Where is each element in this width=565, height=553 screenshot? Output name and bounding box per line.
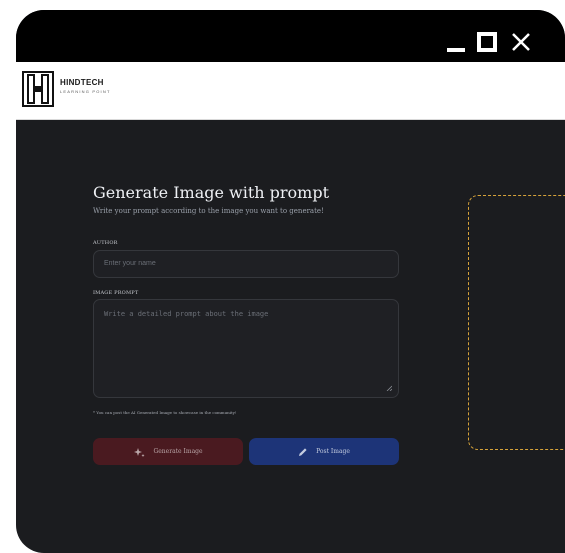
resize-grip-icon[interactable]: [386, 385, 392, 391]
post-image-button[interactable]: Post Image: [249, 438, 399, 465]
hindtech-logo[interactable]: [22, 71, 54, 107]
brand-tagline: LEARNING POINT: [60, 89, 111, 94]
page-title: Generate Image with prompt: [93, 183, 330, 202]
create-post-section: Generate Image with prompt Write your pr…: [16, 120, 565, 553]
window-titlebar: [16, 10, 565, 62]
prompt-placeholder: Write a detailed prompt about the image: [104, 310, 269, 318]
image-preview-box: [468, 195, 565, 450]
author-label: AUTHOR: [93, 240, 118, 246]
author-placeholder: Enter your name: [104, 260, 156, 267]
author-input[interactable]: Enter your name: [93, 250, 399, 278]
pencil-icon: [298, 447, 308, 457]
close-icon[interactable]: [511, 32, 531, 52]
generate-image-button[interactable]: Generate Image: [93, 438, 243, 465]
share-note: * You can post the AI Generated Image to…: [93, 410, 237, 415]
maximize-icon[interactable]: [477, 32, 497, 52]
prompt-label: IMAGE PROMPT: [93, 290, 139, 296]
page-subtitle: Write your prompt according to the image…: [93, 207, 324, 215]
prompt-textarea[interactable]: Write a detailed prompt about the image: [93, 299, 399, 398]
app-header: HINDTECH LEARNING POINT: [16, 62, 565, 120]
post-button-label: Post Image: [316, 448, 350, 455]
generate-button-label: Generate Image: [153, 448, 203, 455]
minimize-icon[interactable]: [446, 32, 466, 52]
app-window: HINDTECH LEARNING POINT Generate Image w…: [16, 10, 565, 553]
brand-name: HINDTECH: [60, 78, 104, 87]
sparkle-icon: [133, 447, 145, 457]
